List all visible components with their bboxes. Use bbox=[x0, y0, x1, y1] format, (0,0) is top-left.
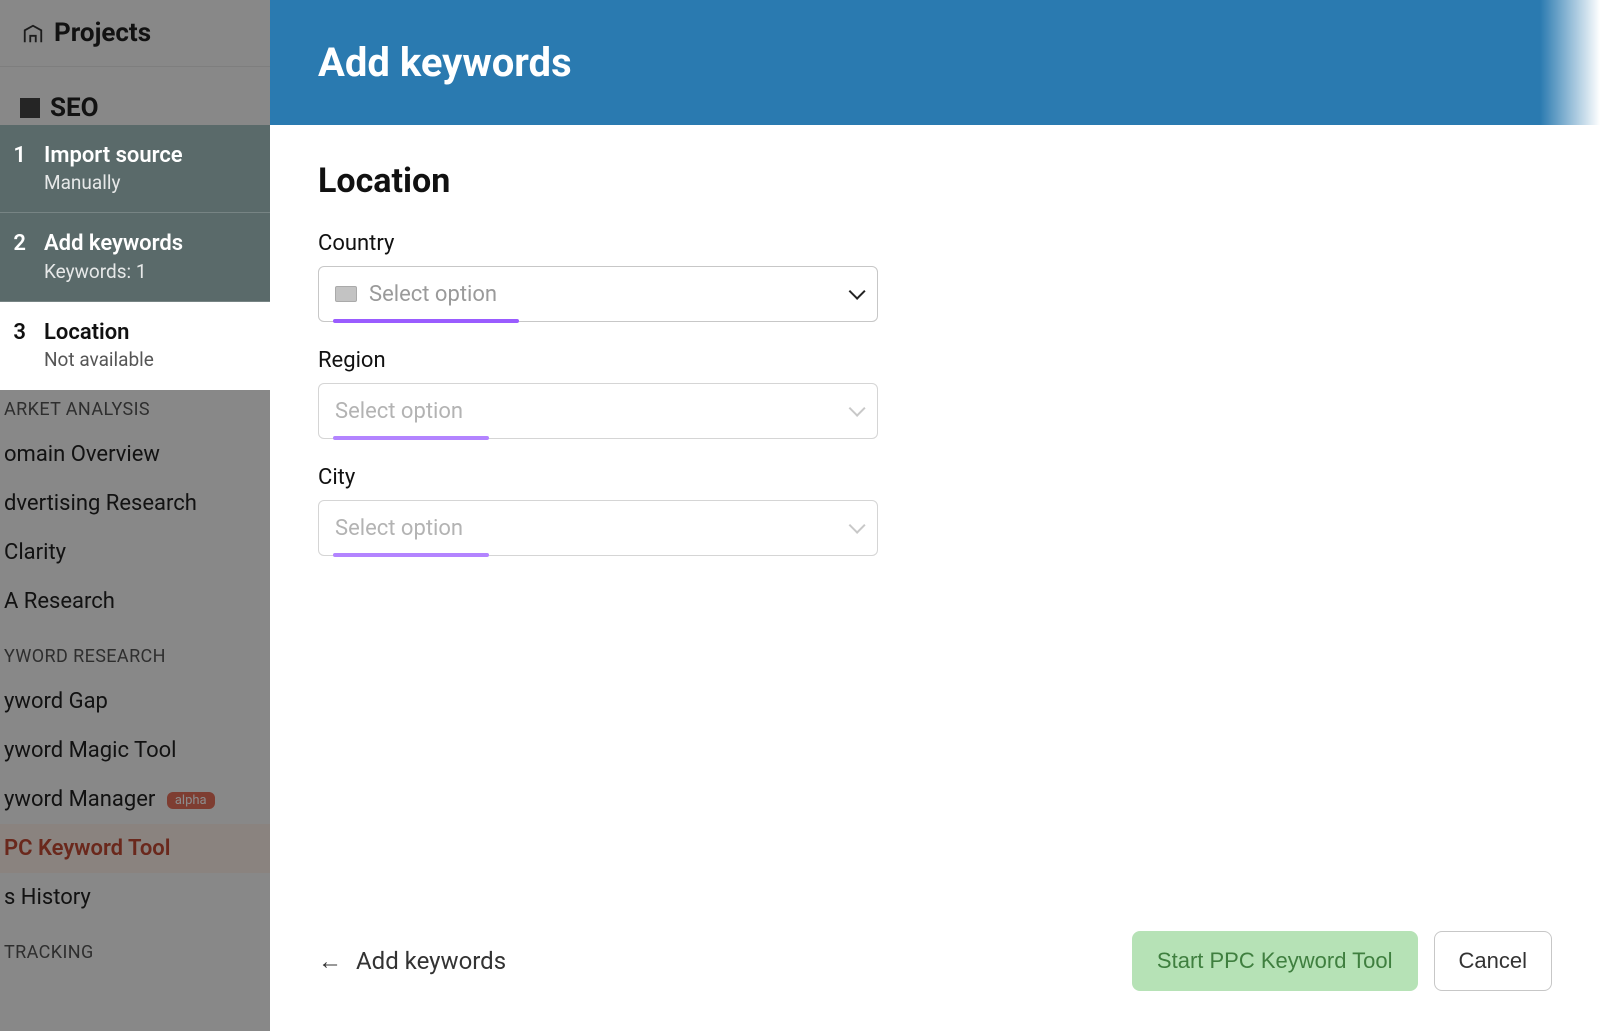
chevron-down-icon bbox=[849, 519, 861, 538]
step-subtitle: Keywords: 1 bbox=[44, 260, 183, 283]
step-number: 1 bbox=[8, 143, 26, 194]
start-ppc-keyword-tool-button[interactable]: Start PPC Keyword Tool bbox=[1132, 931, 1418, 991]
modal-title: Add keywords bbox=[318, 39, 572, 86]
country-label: Country bbox=[318, 231, 878, 256]
step-subtitle: Manually bbox=[44, 171, 183, 194]
step-title: Import source bbox=[44, 143, 183, 169]
accent-underline bbox=[333, 319, 519, 323]
cancel-button[interactable]: Cancel bbox=[1434, 931, 1552, 991]
back-label: Add keywords bbox=[356, 947, 506, 975]
region-label: Region bbox=[318, 348, 878, 373]
city-field: City Select option bbox=[318, 465, 878, 556]
modal-footer: ← Add keywords Start PPC Keyword Tool Ca… bbox=[270, 931, 1600, 1031]
city-select[interactable]: Select option bbox=[318, 500, 878, 556]
step-add-keywords[interactable]: 2 Add keywords Keywords: 1 bbox=[0, 213, 270, 301]
chevron-down-icon bbox=[849, 402, 861, 421]
region-placeholder: Select option bbox=[335, 399, 463, 424]
step-import-source[interactable]: 1 Import source Manually bbox=[0, 125, 270, 213]
section-title: Location bbox=[318, 161, 1552, 201]
modal-header: Add keywords bbox=[270, 0, 1600, 125]
wizard-stepper: 1 Import source Manually 2 Add keywords … bbox=[0, 0, 270, 1031]
step-title: Add keywords bbox=[44, 231, 183, 257]
back-button[interactable]: ← Add keywords bbox=[318, 947, 506, 975]
city-label: City bbox=[318, 465, 878, 490]
add-keywords-modal: Add keywords Location Country Select opt… bbox=[270, 0, 1600, 1031]
flag-icon bbox=[335, 286, 357, 302]
step-location[interactable]: 3 Location Not available bbox=[0, 302, 270, 390]
country-field: Country Select option bbox=[318, 231, 878, 322]
city-placeholder: Select option bbox=[335, 516, 463, 541]
step-title: Location bbox=[44, 320, 154, 346]
header-fade-edge bbox=[1540, 0, 1600, 125]
country-select[interactable]: Select option bbox=[318, 266, 878, 322]
country-placeholder: Select option bbox=[369, 282, 497, 307]
chevron-down-icon bbox=[849, 285, 861, 304]
step-subtitle: Not available bbox=[44, 348, 154, 371]
accent-underline bbox=[333, 553, 489, 557]
accent-underline bbox=[333, 436, 489, 440]
step-number: 2 bbox=[8, 231, 26, 282]
region-select[interactable]: Select option bbox=[318, 383, 878, 439]
region-field: Region Select option bbox=[318, 348, 878, 439]
step-number: 3 bbox=[8, 320, 26, 371]
arrow-left-icon: ← bbox=[318, 949, 342, 973]
